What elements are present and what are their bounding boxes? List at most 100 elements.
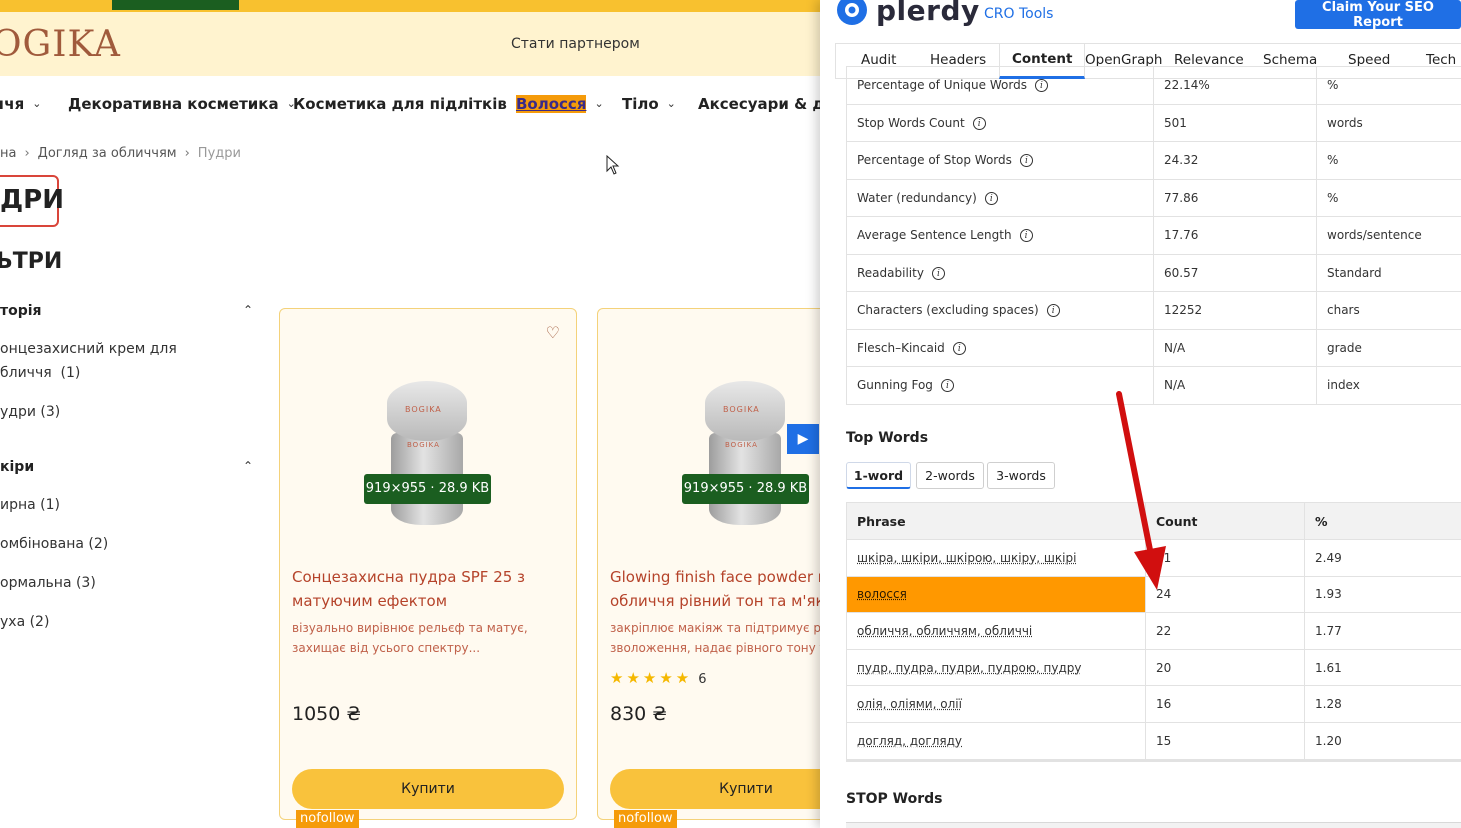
info-icon[interactable]: i bbox=[952, 341, 966, 355]
info-icon[interactable]: i bbox=[972, 116, 986, 130]
metric-row: Gunning Fog i N/A index bbox=[846, 366, 1461, 405]
plerdy-logo-icon[interactable] bbox=[835, 0, 869, 28]
buy-button[interactable]: Купити bbox=[610, 769, 822, 809]
one-word-button[interactable]: 1-word bbox=[846, 462, 911, 489]
info-icon[interactable]: i bbox=[940, 379, 954, 393]
metric-unit: % bbox=[1316, 66, 1461, 105]
nav-item-teen[interactable]: Косметика для підлітків⌄ bbox=[293, 95, 524, 113]
metric-row: Average Sentence Length i 17.76 words/sente… bbox=[846, 216, 1461, 255]
mouse-cursor-icon bbox=[606, 155, 620, 175]
stop-words-table bbox=[846, 822, 1461, 828]
filter-option[interactable]: омбінована (2) bbox=[0, 532, 108, 556]
chevron-up-icon[interactable]: ⌃ bbox=[243, 459, 253, 473]
table-header-row: Phrase Count % bbox=[846, 502, 1461, 540]
metric-name: Readability i bbox=[846, 253, 1154, 292]
chevron-right-icon: › bbox=[24, 146, 30, 161]
metric-value: 17.76 bbox=[1153, 216, 1317, 255]
product-image[interactable]: BOGIKA BOGIKA bbox=[703, 381, 787, 531]
product-title[interactable]: Glowing finish face powder пу обличчя рі… bbox=[610, 565, 822, 613]
content-metrics-table: Percentage of Unique Words i 22.14%% Stop W… bbox=[846, 66, 1461, 405]
nav-item-body[interactable]: Тіло ⌄ bbox=[622, 95, 676, 113]
claim-seo-report-button[interactable]: Claim Your SEO Report bbox=[1295, 0, 1461, 30]
info-icon[interactable]: i bbox=[1034, 79, 1048, 93]
site-logo[interactable]: OGIKA bbox=[0, 24, 121, 65]
metric-unit: chars bbox=[1316, 291, 1461, 330]
metric-unit: words/sentence bbox=[1316, 216, 1461, 255]
metric-row: Readability i 60.57 Standard bbox=[846, 253, 1461, 292]
chevron-up-icon[interactable]: ⌃ bbox=[243, 303, 253, 317]
play-icon[interactable]: ▶ bbox=[787, 424, 819, 454]
chevron-down-icon: ⌄ bbox=[594, 97, 604, 110]
breadcrumb: на › Догляд за обличчям › Пудри bbox=[0, 146, 241, 161]
filter-option[interactable]: ормальна (3) bbox=[0, 571, 96, 595]
metric-row: Percentage of Unique Words i 22.14%% bbox=[846, 66, 1461, 105]
column-header-phrase[interactable]: Phrase bbox=[846, 502, 1146, 540]
promo-badge[interactable] bbox=[112, 0, 239, 10]
info-icon[interactable]: i bbox=[1019, 229, 1033, 243]
cro-tools-link[interactable]: CRO Tools bbox=[984, 6, 1053, 22]
word-phrase[interactable]: шкіра, шкіри, шкірою, шкіру, шкірі bbox=[846, 539, 1146, 577]
table-row[interactable]: догляд, догляду 15 1.20 bbox=[846, 721, 1461, 760]
metric-row: Percentage of Stop Words i 24.32% bbox=[846, 141, 1461, 180]
word-phrase[interactable]: пудр, пудра, пудри, пудрою, пудру bbox=[846, 648, 1146, 687]
image-size-badge: 919×955 · 28.9 KB bbox=[364, 474, 491, 504]
table-row[interactable]: волосся 24 1.93 bbox=[846, 575, 1461, 614]
lid-label: BOGIKA bbox=[723, 405, 760, 414]
nav-item-decorative[interactable]: Декоративна косметика ⌄ bbox=[68, 95, 296, 113]
metric-value: N/A bbox=[1153, 366, 1317, 405]
product-price: 830 ₴ bbox=[610, 703, 668, 725]
info-icon[interactable]: i bbox=[984, 191, 998, 205]
nav-item-hair[interactable]: Волосся ⌄ bbox=[516, 95, 604, 113]
metric-row: Flesch–Kincaid i N/A grade bbox=[846, 328, 1461, 367]
buy-button[interactable]: Купити bbox=[292, 769, 564, 809]
metric-unit: % bbox=[1316, 178, 1461, 217]
heart-icon[interactable]: ♡ bbox=[546, 323, 560, 342]
word-phrase[interactable]: догляд, догляду bbox=[846, 721, 1146, 760]
partner-link[interactable]: Стати партнером bbox=[511, 36, 640, 52]
filter-group-category-title[interactable]: торія bbox=[0, 303, 42, 319]
product-title[interactable]: Сонцезахисна пудра SPF 25 з матуючим ефе… bbox=[292, 565, 572, 613]
three-words-button[interactable]: 3-words bbox=[987, 462, 1055, 489]
info-icon[interactable]: i bbox=[1019, 154, 1033, 168]
metric-row: Stop Words Count i 501 words bbox=[846, 103, 1461, 142]
image-size-badge: 919×955 · 28.9 KB bbox=[682, 474, 809, 504]
table-row[interactable]: шкіра, шкіри, шкірою, шкіру, шкірі 31 2.49 bbox=[846, 539, 1461, 577]
word-phrase[interactable]: волосся bbox=[846, 575, 1146, 614]
nav-item-face[interactable]: ччя⌄ bbox=[0, 95, 41, 113]
filter-group-skin-title[interactable]: кіри bbox=[0, 459, 34, 475]
breadcrumb-home[interactable]: на bbox=[0, 146, 16, 161]
column-header-pct[interactable]: % bbox=[1304, 502, 1461, 540]
breadcrumb-current: Пудри bbox=[197, 146, 241, 161]
nav-item-accessories[interactable]: Аксесуари & дім bbox=[698, 95, 822, 113]
table-row[interactable]: пудр, пудра, пудри, пудрою, пудру 20 1.61 bbox=[846, 648, 1461, 687]
table-row[interactable]: олія, оліями, олії 16 1.28 bbox=[846, 685, 1461, 723]
product-card[interactable]: BOGIKA BOGIKA 919×955 · 28.9 KB Glowing … bbox=[597, 308, 822, 820]
word-count: 31 bbox=[1145, 539, 1305, 577]
word-phrase[interactable]: обличчя, обличчям, обличчі bbox=[846, 612, 1146, 650]
product-image[interactable]: BOGIKA BOGIKA bbox=[385, 381, 469, 531]
filter-option[interactable]: ирна (1) bbox=[0, 493, 60, 517]
metric-unit: grade bbox=[1316, 328, 1461, 367]
metric-unit: % bbox=[1316, 141, 1461, 180]
info-icon[interactable]: i bbox=[1046, 304, 1060, 318]
plerdy-panel: plerdy CRO Tools Claim Your SEO Report A… bbox=[820, 0, 1461, 828]
filter-option[interactable]: удри (3) bbox=[0, 400, 60, 424]
metric-value: 501 bbox=[1153, 103, 1317, 142]
product-card[interactable]: ♡ BOGIKA BOGIKA 919×955 · 28.9 KB Сонцез… bbox=[279, 308, 577, 820]
info-icon[interactable]: i bbox=[931, 266, 945, 280]
breadcrumb-face-care[interactable]: Догляд за обличчям bbox=[38, 146, 177, 161]
two-words-button[interactable]: 2-words bbox=[916, 462, 984, 489]
table-row[interactable]: обличчя, обличчям, обличчі 22 1.77 bbox=[846, 612, 1461, 650]
table-scroll-edge bbox=[846, 760, 1461, 762]
metric-value: 12252 bbox=[1153, 291, 1317, 330]
filter-option[interactable]: уха (2) bbox=[0, 610, 49, 634]
plerdy-brand[interactable]: plerdy bbox=[876, 0, 980, 27]
filter-option[interactable]: онцезахисний крем для бличчя (1) bbox=[0, 337, 177, 385]
column-header-count[interactable]: Count bbox=[1145, 502, 1305, 540]
website-viewport: OGIKA Стати партнером ччя⌄ Декоративна к… bbox=[0, 0, 822, 828]
main-nav: ччя⌄ Декоративна косметика⌄ Косметика дл… bbox=[0, 76, 822, 132]
site-header: OGIKA Стати партнером bbox=[0, 12, 822, 76]
nofollow-badge: nofollow bbox=[296, 810, 359, 828]
word-phrase[interactable]: олія, оліями, олії bbox=[846, 685, 1146, 723]
metric-name: Flesch–Kincaid i bbox=[846, 328, 1154, 367]
